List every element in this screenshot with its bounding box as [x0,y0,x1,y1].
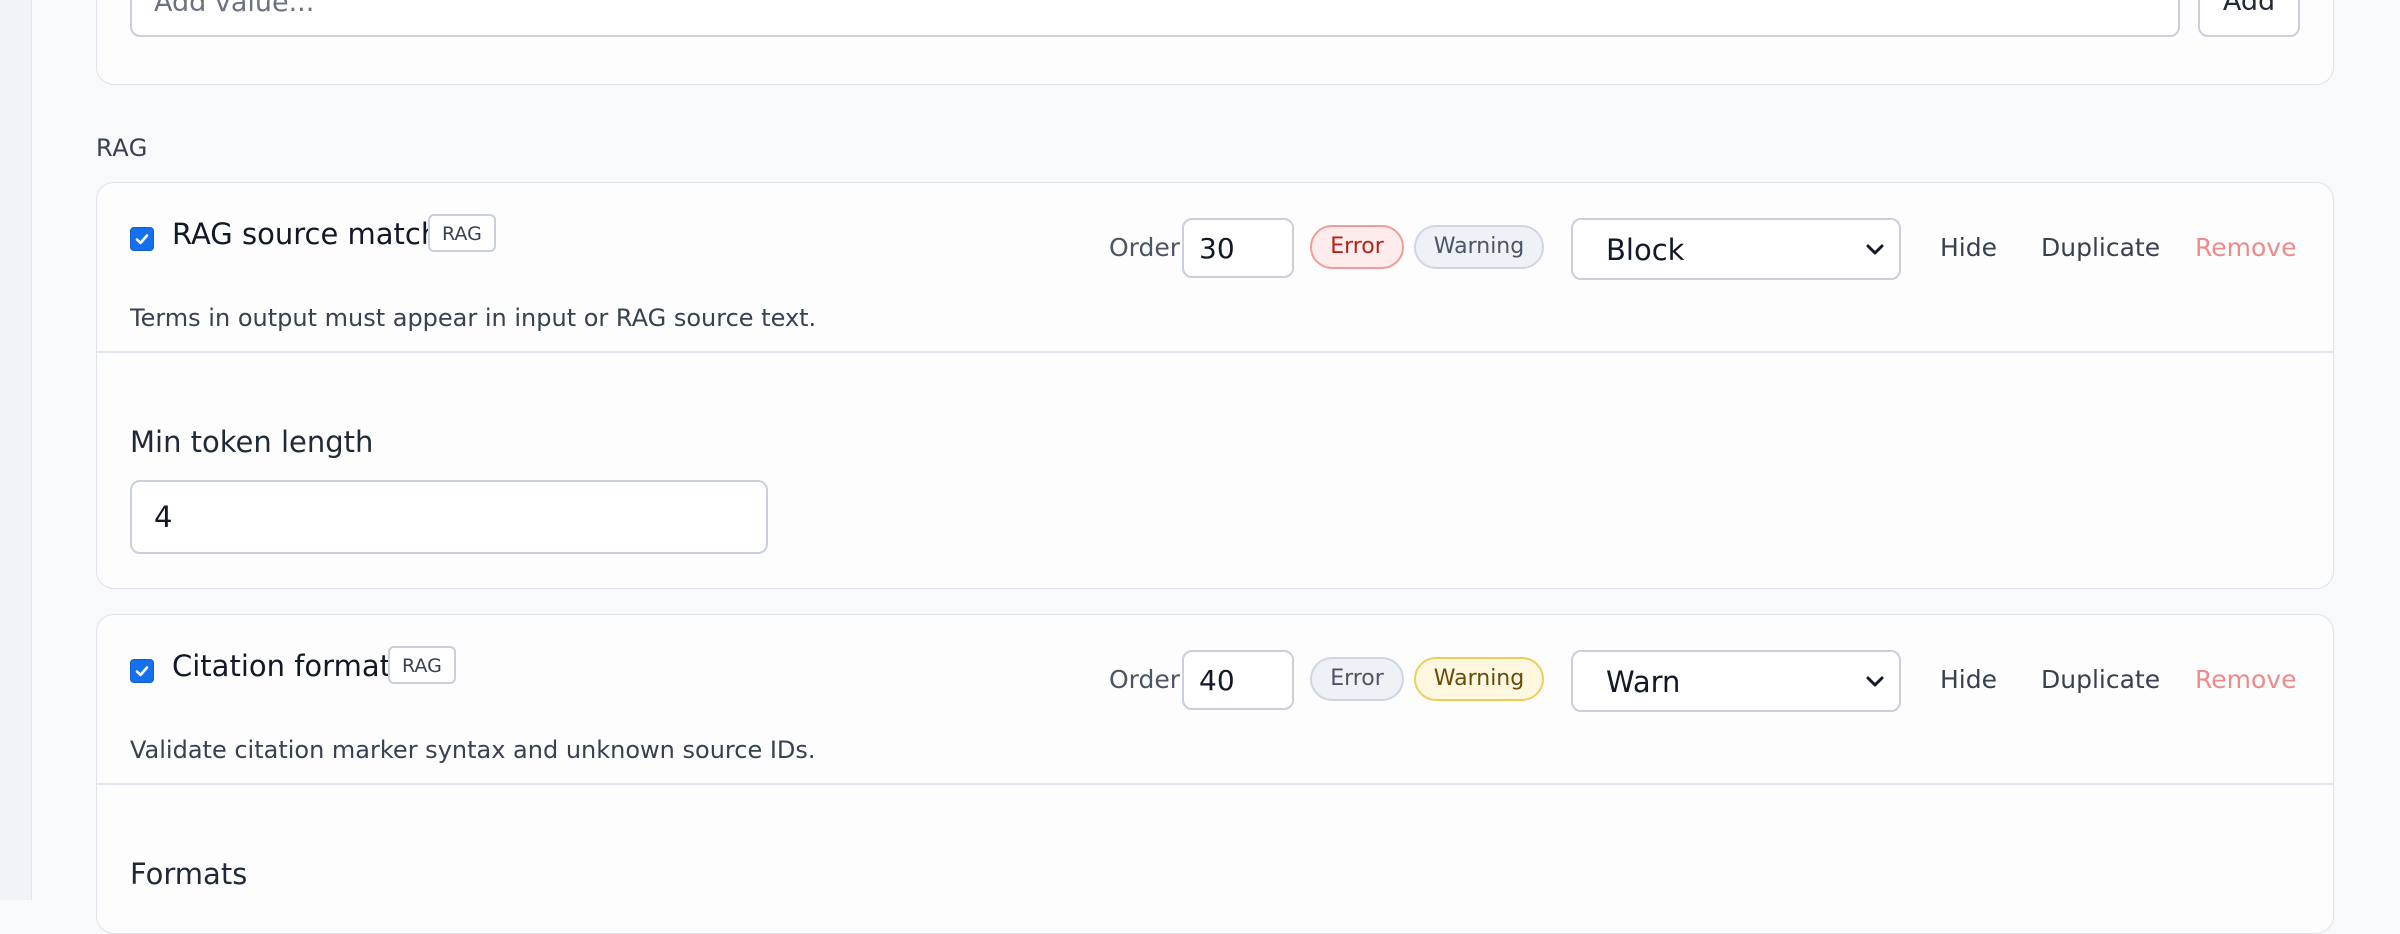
severity-warning-pill[interactable]: Warning [1414,657,1544,701]
action-select[interactable]: Block [1571,218,1901,280]
add-value-button[interactable]: Add [2198,0,2300,37]
rule-tag: RAG [388,646,456,684]
left-rail [0,0,32,900]
duplicate-button[interactable]: Duplicate [2041,233,2160,262]
rule-header: Citation format RAG Order Error Warning … [97,615,2333,783]
action-select[interactable]: Warn [1571,650,1901,712]
severity-warning-pill[interactable]: Warning [1414,225,1544,269]
divider [97,351,2333,353]
order-input[interactable] [1182,650,1294,710]
rule-description: Terms in output must appear in input or … [130,304,817,332]
hide-button[interactable]: Hide [1940,665,1997,694]
section-label: RAG [96,134,148,162]
divider [97,783,2333,785]
rule-header: RAG source match RAG Order Error Warning… [97,183,2333,351]
rule-enabled-checkbox[interactable] [130,659,154,683]
rule-enabled-checkbox[interactable] [130,227,154,251]
action-select-value: Warn [1606,665,1681,699]
order-input[interactable] [1182,218,1294,278]
check-icon [135,234,149,245]
severity-error-pill[interactable]: Error [1310,225,1404,269]
remove-button[interactable]: Remove [2195,233,2296,262]
values-card: Add [96,0,2334,85]
min-token-length-label: Min token length [130,425,374,459]
order-label: Order [1109,665,1181,694]
rule-title: Citation format [172,649,391,683]
check-icon [135,666,149,677]
rule-card: RAG source match RAG Order Error Warning… [96,182,2334,589]
rule-title: RAG source match [172,217,440,251]
duplicate-button[interactable]: Duplicate [2041,665,2160,694]
formats-label: Formats [130,857,248,891]
chevron-down-icon [1866,244,1884,255]
rule-description: Validate citation marker syntax and unkn… [130,736,816,764]
severity-error-pill[interactable]: Error [1310,657,1404,701]
action-select-value: Block [1606,233,1685,267]
rule-tag: RAG [428,214,496,252]
hide-button[interactable]: Hide [1940,233,1997,262]
chevron-down-icon [1866,676,1884,687]
order-label: Order [1109,233,1181,262]
rule-card: Citation format RAG Order Error Warning … [96,614,2334,934]
add-value-input[interactable] [130,0,2180,37]
remove-button[interactable]: Remove [2195,665,2296,694]
min-token-length-input[interactable] [130,480,768,554]
